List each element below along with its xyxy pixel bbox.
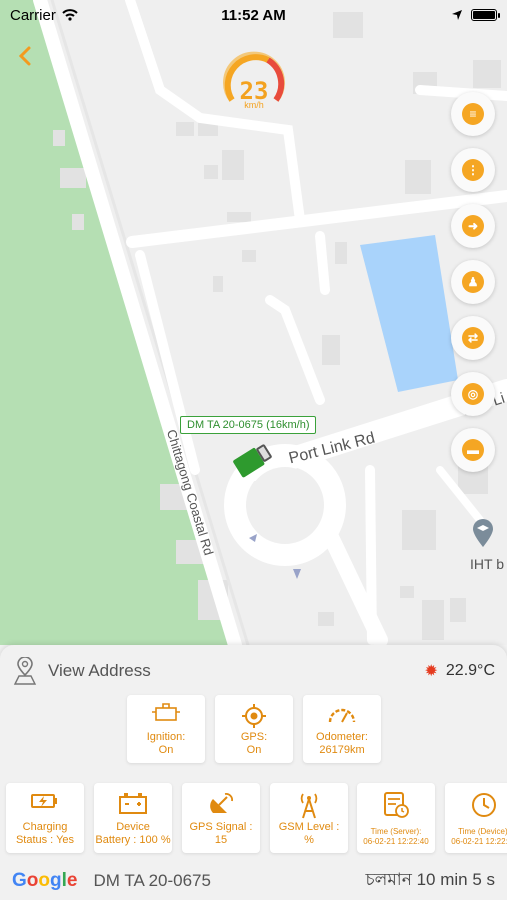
odometer-value: 26179km	[319, 744, 365, 756]
my-location-button[interactable]: ◎	[451, 372, 495, 416]
vehicle-info-panel: View Address ✹ 22.9°C Ignition: On GPS: …	[0, 645, 507, 900]
temperature-value: 22.9°C	[445, 662, 495, 679]
charging-value: Status : Yes	[15, 834, 75, 846]
odometer-icon	[328, 708, 356, 723]
device-time-card[interactable]: Time (Device): 06-02-21 12:22:40	[445, 783, 507, 853]
directions-button[interactable]: ➜	[451, 204, 495, 248]
ignition-value: On	[158, 744, 174, 756]
vehicle-plate: DM TA 20-0675	[93, 871, 211, 890]
wifi-icon	[62, 9, 78, 21]
odometer-label: Odometer:	[316, 731, 368, 743]
gps-icon	[242, 704, 266, 728]
cell-tower-icon	[300, 793, 318, 819]
car-battery-icon	[119, 793, 147, 814]
view-address-label: View Address	[48, 661, 151, 680]
chevron-left-icon	[18, 46, 31, 66]
traffic-button[interactable]: ⋮	[451, 148, 495, 192]
gps-signal-label: GPS Signal :	[189, 821, 253, 833]
status-bar: Carrier 11:52 AM	[0, 0, 507, 30]
gsm-level-label: GSM Level :	[278, 821, 340, 833]
clock-icon	[472, 793, 496, 817]
running-duration: চলমান 10 min 5 s	[365, 870, 495, 889]
sun-icon: ✹	[424, 663, 438, 680]
speed-unit: km/h	[244, 100, 264, 110]
view-address-button[interactable]: View Address	[12, 657, 151, 685]
location-arrow-icon	[452, 10, 462, 20]
temperature-display: ✹ 22.9°C	[425, 661, 496, 681]
device-battery-label: Device	[116, 821, 150, 833]
gsm-level-card[interactable]: GSM Level : %	[270, 783, 348, 853]
school-pin-icon[interactable]	[472, 518, 494, 548]
vehicle-tag[interactable]: DM TA 20-0675 (16km/h)	[180, 416, 317, 434]
engine-icon	[152, 703, 180, 721]
direction-arrow-icon	[293, 569, 301, 579]
traffic-icon: ⋮	[462, 159, 484, 181]
speed-value: 23	[239, 77, 269, 105]
gps-signal-card[interactable]: GPS Signal : 15	[182, 783, 260, 853]
place-label-iht: IHT b	[470, 556, 504, 572]
satellite-icon	[210, 793, 233, 813]
server-clock-icon	[384, 792, 409, 818]
gps-label: GPS:	[240, 731, 268, 743]
ignition-label: Ignition:	[146, 731, 186, 743]
my-location-icon: ◎	[462, 383, 484, 405]
device-time-value: 06-02-21 12:22:40	[451, 837, 507, 846]
gsm-level-value: %	[304, 834, 314, 846]
charging-label: Charging	[22, 821, 68, 833]
direction-arrow-icon	[249, 534, 257, 542]
device-time-label: Time (Device):	[458, 827, 507, 836]
ignition-card[interactable]: Ignition: On	[127, 695, 205, 763]
charging-icon	[31, 794, 57, 808]
swap-button[interactable]: ⇄	[451, 316, 495, 360]
ruler-icon: ▬	[462, 439, 484, 461]
layers-icon: ≡	[462, 103, 484, 125]
charging-card[interactable]: Charging Status : Yes	[6, 783, 84, 853]
odometer-card[interactable]: Odometer: 26179km	[303, 695, 381, 763]
device-battery-value: Battery : 100 %	[95, 834, 171, 846]
street-view-icon: ♟	[462, 271, 484, 293]
gps-card[interactable]: GPS: On	[215, 695, 293, 763]
gps-signal-value: 15	[214, 834, 228, 846]
server-time-value: 06-02-21 12:22:40	[363, 837, 429, 846]
battery-icon	[471, 9, 500, 21]
device-battery-card[interactable]: Device Battery : 100 %	[94, 783, 172, 853]
map-pin-icon	[13, 657, 37, 685]
layers-button[interactable]: ≡	[451, 92, 495, 136]
swap-icon: ⇄	[462, 327, 484, 349]
ruler-button[interactable]: ▬	[451, 428, 495, 472]
server-time-label: Time (Server):	[370, 827, 422, 836]
gps-value: On	[246, 744, 262, 756]
back-button[interactable]	[12, 42, 40, 70]
server-time-card[interactable]: Time (Server): 06-02-21 12:22:40	[357, 783, 435, 853]
carrier-label: Carrier	[10, 6, 56, 24]
speedometer: 23 km/h	[222, 50, 286, 114]
directions-icon: ➜	[462, 215, 484, 237]
google-logo: Google	[12, 870, 78, 891]
map-view[interactable]: 23 km/h ≡ ⋮ ➜ ♟ ⇄ ◎ ▬ Port Link Rd Chitt…	[0, 0, 507, 645]
street-view-button[interactable]: ♟	[451, 260, 495, 304]
